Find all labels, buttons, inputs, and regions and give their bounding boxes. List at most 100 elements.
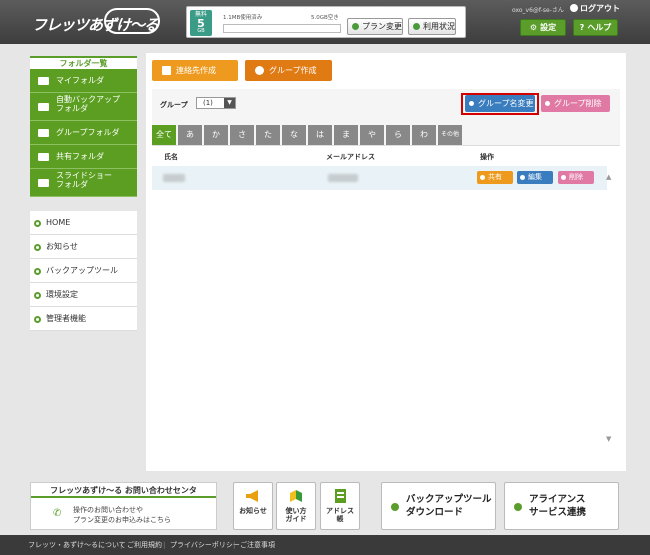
app-logo[interactable]: フレッツあずけ〜る	[32, 14, 159, 35]
kana-filter-tabs: 全て あ か さ た な は ま や ら わ その他	[152, 125, 620, 145]
tab-ha[interactable]: は	[308, 125, 332, 145]
nav-item-admin[interactable]: 管理者機能	[30, 307, 137, 331]
arrow-circle-icon	[391, 503, 399, 511]
circle-bullet-icon	[545, 101, 550, 106]
folder-icon	[38, 103, 49, 111]
footer-link-terms[interactable]: ご利用規約	[127, 535, 162, 555]
circle-bullet-icon	[561, 175, 566, 180]
tab-ta[interactable]: た	[256, 125, 280, 145]
edit-button[interactable]: 編集	[517, 171, 553, 184]
group-people-icon	[255, 66, 264, 75]
delete-group-button[interactable]: グループ削除	[541, 95, 610, 112]
logout-label: ログアウト	[580, 4, 620, 13]
logout-link[interactable]: ログアウト	[570, 3, 620, 14]
nav-item-label: バックアップツール	[46, 266, 118, 275]
tab-ma[interactable]: ま	[334, 125, 358, 145]
contact-center-box[interactable]: フレッツあずけ〜る お問い合わせセンタ ✆ 操作のお問い合わせや プラン変更のお…	[30, 482, 217, 530]
nav-item-label: 管理者機能	[46, 314, 86, 323]
scroll-down-icon[interactable]: ▼	[606, 435, 611, 443]
plan-badge-unit: GB	[197, 28, 205, 34]
tab-ya[interactable]: や	[360, 125, 384, 145]
question-icon: ?	[579, 23, 585, 32]
sidebar-item-group-folder[interactable]: グループフォルダ	[30, 121, 137, 145]
sidebar-item-auto-backup-folder[interactable]: 自動バックアップ フォルダ	[30, 93, 137, 121]
highlight-box	[461, 93, 539, 115]
address-book-button[interactable]: アドレス帳	[320, 482, 360, 530]
storage-used: 1.1MB使用済み	[223, 15, 263, 21]
sidebar-item-label: グループフォルダ	[56, 128, 120, 137]
alliance-service-button[interactable]: アライアンス サービス連携	[504, 482, 619, 530]
circle-bullet-icon	[34, 220, 41, 227]
usage-status-button[interactable]: 利用状況	[408, 18, 456, 35]
tab-ka[interactable]: か	[204, 125, 228, 145]
footer-bar: フレッツ・あずけ〜るについて | ご利用規約 | プライバシーポリシー | ご注…	[0, 535, 650, 555]
footer-link-about[interactable]: フレッツ・あずけ〜るについて	[28, 535, 126, 555]
column-header-name: 氏名	[164, 153, 178, 161]
circle-bullet-icon	[34, 268, 41, 275]
label-line2: ダウンロード	[406, 507, 464, 519]
sidebar-item-slideshow-folder[interactable]: スライドショー フォルダ	[30, 169, 137, 197]
settings-label: 設定	[540, 23, 557, 32]
nav-item-environment-settings[interactable]: 環境設定	[30, 283, 137, 307]
column-header-email: メールアドレス	[326, 153, 375, 161]
guide-button[interactable]: 使い方 ガイド	[276, 482, 316, 530]
footer-link-privacy[interactable]: プライバシーポリシー	[170, 535, 240, 555]
label-line1: スライドショー	[56, 171, 112, 180]
arrow-circle-icon	[352, 23, 359, 30]
settings-button[interactable]: ⚙ 設定	[520, 19, 566, 36]
nav-item-backup-tool[interactable]: バックアップツール	[30, 259, 137, 283]
folder-icon	[38, 153, 49, 161]
nav-item-home[interactable]: HOME	[30, 211, 137, 235]
logout-icon	[570, 4, 578, 12]
create-contact-label: 連絡先作成	[176, 66, 216, 75]
create-group-button[interactable]: グループ作成	[245, 60, 332, 81]
nav-item-label: お知らせ	[46, 242, 78, 251]
footer-link-notes[interactable]: ご注意事項	[240, 535, 275, 555]
tab-other[interactable]: その他	[438, 125, 462, 145]
user-name: oxo_v6@f-se-さん	[512, 7, 564, 14]
sidebar-nav: HOME お知らせ バックアップツール 環境設定 管理者機能	[30, 211, 137, 331]
footer-divider: |	[120, 541, 123, 549]
plan-badge: 無料 5 GB	[190, 10, 212, 36]
arrow-circle-icon	[413, 23, 420, 30]
contact-center-title: フレッツあずけ〜る お問い合わせセンタ	[31, 483, 216, 498]
nav-item-label: 環境設定	[46, 290, 78, 299]
storage-progress-bar	[223, 24, 341, 33]
contact-desc-line1: 操作のお問い合わせや	[73, 506, 143, 514]
group-select[interactable]: (1) ▼	[196, 97, 236, 109]
scroll-up-icon[interactable]: ▲	[606, 173, 611, 181]
tab-na[interactable]: な	[282, 125, 306, 145]
create-contact-button[interactable]: 連絡先作成	[152, 60, 238, 81]
megaphone-icon	[246, 490, 258, 502]
sidebar-item-label: 自動バックアップ フォルダ	[56, 95, 120, 113]
tab-ra[interactable]: ら	[386, 125, 410, 145]
notice-button[interactable]: お知らせ	[233, 482, 273, 530]
help-button[interactable]: ? ヘルプ	[573, 19, 618, 36]
plan-change-button[interactable]: プラン変更	[347, 18, 403, 35]
tab-wa[interactable]: わ	[412, 125, 436, 145]
plan-change-label: プラン変更	[362, 22, 402, 31]
delete-button[interactable]: 削除	[558, 171, 594, 184]
backup-tool-download-button[interactable]: バックアップツール ダウンロード	[381, 482, 496, 530]
label-line2: サービス連携	[529, 507, 587, 519]
guide-label-2: ガイド	[285, 514, 307, 523]
circle-bullet-icon	[34, 292, 41, 299]
share-button[interactable]: 共有	[477, 171, 513, 184]
sidebar-item-shared-folder[interactable]: 共有フォルダ	[30, 145, 137, 169]
tab-sa[interactable]: さ	[230, 125, 254, 145]
redacted-name	[163, 174, 185, 182]
backup-tool-label: バックアップツール ダウンロード	[406, 493, 492, 520]
help-label: ヘルプ	[587, 23, 612, 32]
nav-item-notices[interactable]: お知らせ	[30, 235, 137, 259]
folder-icon	[38, 179, 49, 187]
label-line2: フォルダ	[56, 104, 88, 114]
group-label: グループ	[160, 101, 188, 109]
tab-a[interactable]: あ	[178, 125, 202, 145]
contact-card-icon	[162, 66, 171, 75]
usage-status-label: 利用状況	[423, 22, 455, 31]
sidebar-item-my-folder[interactable]: マイフォルダ	[30, 69, 137, 93]
tab-all[interactable]: 全て	[152, 125, 176, 145]
footer-divider: |	[233, 541, 236, 549]
address-book-label-2: 帳	[336, 514, 344, 523]
contact-desc-line2: プラン変更のお申込みはこちら	[73, 516, 171, 524]
